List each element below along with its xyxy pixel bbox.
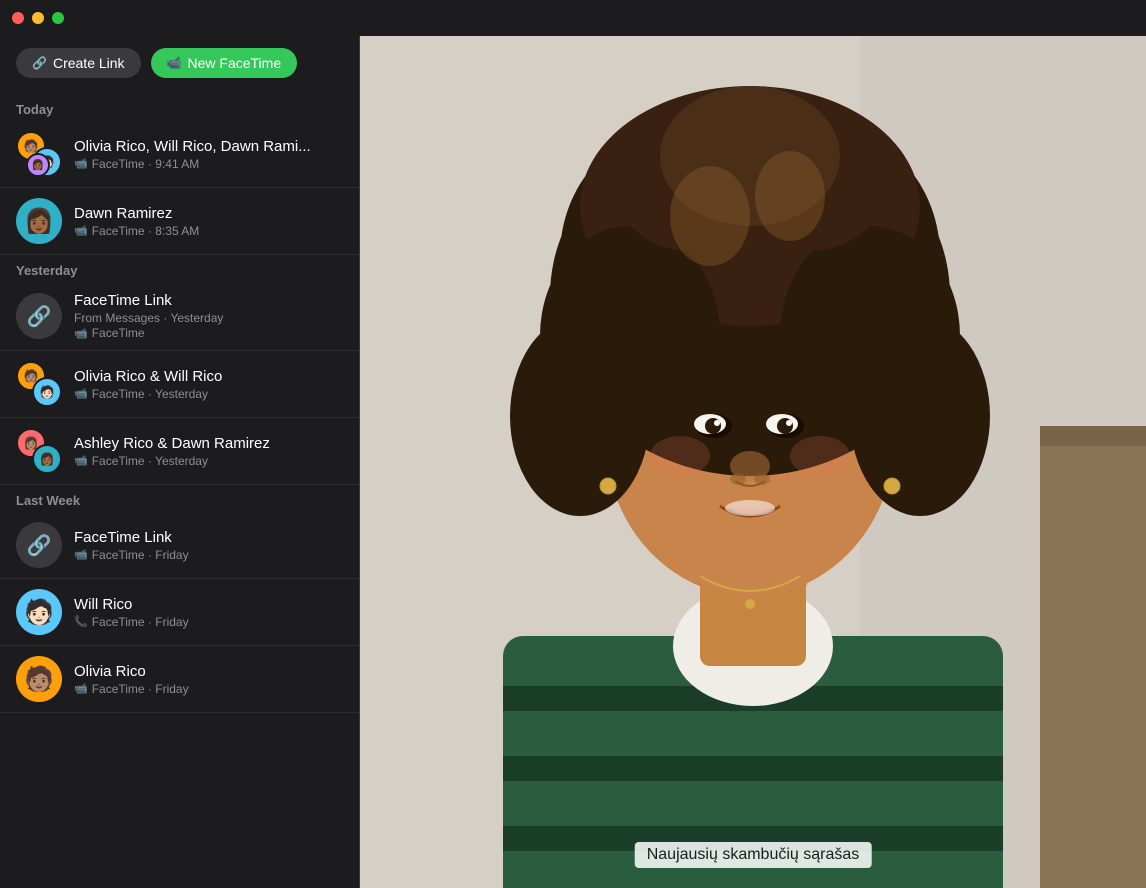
section-today: Today 🧑🏽 🧑🏻 👩🏾 Olivia Rico, Will Rico, D… — [0, 94, 359, 255]
link-avatar-friday: 🔗 — [16, 522, 62, 568]
main-layout: 🔗 Create Link 📹 New FaceTime Today 🧑🏽 🧑🏻… — [0, 36, 1146, 888]
call-info-ashley-dawn: Ashley Rico & Dawn Ramirez 📹 FaceTime · … — [74, 435, 343, 468]
call-sub-dawn: 📹 FaceTime · 8:35 AM — [74, 224, 343, 238]
call-info-will-friday: Will Rico 📞 FaceTime · Friday — [74, 596, 343, 629]
video-icon: 📹 — [74, 157, 88, 170]
call-subline-will-friday: 📞 FaceTime · Friday — [74, 615, 343, 629]
call-time-olivia-will: FaceTime · Yesterday — [92, 387, 208, 401]
call-subline-link-friday: 📹 FaceTime · Friday — [74, 548, 343, 562]
call-name-olivia-will: Olivia Rico & Will Rico — [74, 368, 343, 385]
avatar-dawn-3: 👩🏾 — [32, 444, 62, 474]
call-sub-olivia-friday: 📹 FaceTime · Friday — [74, 682, 343, 696]
phone-icon-will: 📞 — [74, 615, 88, 628]
avatar-link-yesterday: 🔗 — [16, 293, 62, 339]
caption: Naujausių skambučių sąrašas — [635, 842, 872, 868]
create-link-label: Create Link — [53, 55, 125, 71]
call-item-dawn[interactable]: 👩🏾 Dawn Ramirez 📹 FaceTime · 8:35 AM — [0, 188, 359, 255]
call-from-messages: From Messages · Yesterday — [74, 311, 223, 325]
avatar-olivia-friday: 🧑🏽 — [16, 656, 62, 702]
section-header-today: Today — [0, 94, 359, 121]
call-time-will-friday: FaceTime · Friday — [92, 615, 189, 629]
call-item-olivia-group[interactable]: 🧑🏽 🧑🏻 👩🏾 Olivia Rico, Will Rico, Dawn Ra… — [0, 121, 359, 188]
call-info-olivia-group: Olivia Rico, Will Rico, Dawn Rami... 📹 F… — [74, 138, 343, 171]
video-icon-link-friday: 📹 — [74, 548, 88, 561]
call-subline-olivia-friday: 📹 FaceTime · Friday — [74, 682, 343, 696]
video-icon-olivia-friday: 📹 — [74, 682, 88, 695]
toolbar: 🔗 Create Link 📹 New FaceTime — [0, 36, 359, 94]
call-name-link-yesterday: FaceTime Link — [74, 292, 343, 309]
video-icon-dawn: 📹 — [74, 224, 88, 237]
new-facetime-label: New FaceTime — [188, 55, 282, 71]
avatar-ashley-dawn: 👩🏽 👩🏾 — [16, 428, 62, 474]
section-lastweek: Last Week 🔗 FaceTime Link 📹 FaceTime · F… — [0, 485, 359, 713]
call-item-facetime-link-yesterday[interactable]: 🔗 FaceTime Link From Messages · Yesterda… — [0, 282, 359, 351]
call-time-dawn: FaceTime · 8:35 AM — [92, 224, 200, 238]
video-icon-olivia-will: 📹 — [74, 387, 88, 400]
call-sub-link-yesterday: From Messages · Yesterday 📹 FaceTime — [74, 311, 343, 340]
call-item-olivia-friday[interactable]: 🧑🏽 Olivia Rico 📹 FaceTime · Friday — [0, 646, 359, 713]
facetime-video — [360, 36, 1146, 888]
call-info-olivia-friday: Olivia Rico 📹 FaceTime · Friday — [74, 663, 343, 696]
call-sub-olivia-will: 📹 FaceTime · Yesterday — [74, 387, 343, 401]
maximize-button[interactable] — [52, 12, 64, 24]
camera-icon: 📹 — [167, 56, 182, 70]
avatar-dawn-container: 👩🏾 — [16, 198, 62, 244]
section-yesterday: Yesterday 🔗 FaceTime Link From Messages … — [0, 255, 359, 485]
avatar-dawn-single: 👩🏾 — [16, 198, 62, 244]
call-sub-link-friday: 📹 FaceTime · Friday — [74, 548, 343, 562]
call-name-ashley-dawn: Ashley Rico & Dawn Ramirez — [74, 435, 343, 452]
call-item-ashley-dawn[interactable]: 👩🏽 👩🏾 Ashley Rico & Dawn Ramirez 📹 FaceT… — [0, 418, 359, 485]
video-icon-ashley-dawn: 📹 — [74, 454, 88, 467]
call-item-olivia-will[interactable]: 🧑🏽 🧑🏻 Olivia Rico & Will Rico 📹 FaceTime… — [0, 351, 359, 418]
call-subline-1: 📹 FaceTime · 9:41 AM — [74, 157, 343, 171]
avatar-will-friday: 🧑🏻 — [16, 589, 62, 635]
call-subline-ashley-dawn: 📹 FaceTime · Yesterday — [74, 454, 343, 468]
call-name-link-friday: FaceTime Link — [74, 529, 343, 546]
section-header-yesterday: Yesterday — [0, 255, 359, 282]
call-name-will-friday: Will Rico — [74, 596, 343, 613]
link-avatar: 🔗 — [16, 293, 62, 339]
create-link-button[interactable]: 🔗 Create Link — [16, 48, 141, 78]
sidebar: 🔗 Create Link 📹 New FaceTime Today 🧑🏽 🧑🏻… — [0, 36, 360, 888]
call-sub-will-friday: 📞 FaceTime · Friday — [74, 615, 343, 629]
link-icon: 🔗 — [32, 56, 47, 70]
call-name-dawn: Dawn Ramirez — [74, 205, 343, 222]
title-bar — [0, 0, 1146, 36]
call-time-ashley-dawn: FaceTime · Yesterday — [92, 454, 208, 468]
new-facetime-button[interactable]: 📹 New FaceTime — [151, 48, 298, 78]
call-subline-dawn: 📹 FaceTime · 8:35 AM — [74, 224, 343, 238]
call-subline-facetime-link: 📹 FaceTime — [74, 326, 343, 340]
call-item-facetime-link-friday[interactable]: 🔗 FaceTime Link 📹 FaceTime · Friday — [0, 512, 359, 579]
section-header-lastweek: Last Week — [0, 485, 359, 512]
call-time-link-friday: FaceTime · Friday — [92, 548, 189, 562]
call-info-olivia-will: Olivia Rico & Will Rico 📹 FaceTime · Yes… — [74, 368, 343, 401]
avatar-will-2: 🧑🏻 — [32, 377, 62, 407]
call-subline-olivia-will: 📹 FaceTime · Yesterday — [74, 387, 343, 401]
call-sub: 📹 FaceTime · 9:41 AM — [74, 157, 343, 171]
call-info-link-yesterday: FaceTime Link From Messages · Yesterday … — [74, 292, 343, 340]
call-sub-ashley-dawn: 📹 FaceTime · Yesterday — [74, 454, 343, 468]
call-time: FaceTime · 9:41 AM — [92, 157, 200, 171]
video-area: Naujausių skambučių sąrašas — [360, 36, 1146, 888]
avatar-olivia-will: 🧑🏽 🧑🏻 — [16, 361, 62, 407]
call-info-dawn: Dawn Ramirez 📹 FaceTime · 8:35 AM — [74, 205, 343, 238]
avatar-group: 🧑🏽 🧑🏻 👩🏾 — [16, 131, 62, 177]
video-icon-link: 📹 — [74, 327, 88, 340]
avatar-will-friday-single: 🧑🏻 — [16, 589, 62, 635]
call-time-olivia-friday: FaceTime · Friday — [92, 682, 189, 696]
avatar-link-friday: 🔗 — [16, 522, 62, 568]
call-name: Olivia Rico, Will Rico, Dawn Rami... — [74, 138, 343, 155]
close-button[interactable] — [12, 12, 24, 24]
avatar-olivia-friday-single: 🧑🏽 — [16, 656, 62, 702]
call-info-link-friday: FaceTime Link 📹 FaceTime · Friday — [74, 529, 343, 562]
call-name-olivia-friday: Olivia Rico — [74, 663, 343, 680]
call-item-will-friday[interactable]: 🧑🏻 Will Rico 📞 FaceTime · Friday — [0, 579, 359, 646]
minimize-button[interactable] — [32, 12, 44, 24]
avatar-dawn: 👩🏾 — [26, 153, 50, 177]
caption-text: Naujausių skambučių sąrašas — [647, 846, 860, 863]
call-subline-from-messages: From Messages · Yesterday — [74, 311, 343, 325]
call-facetime-label: FaceTime — [92, 326, 145, 340]
